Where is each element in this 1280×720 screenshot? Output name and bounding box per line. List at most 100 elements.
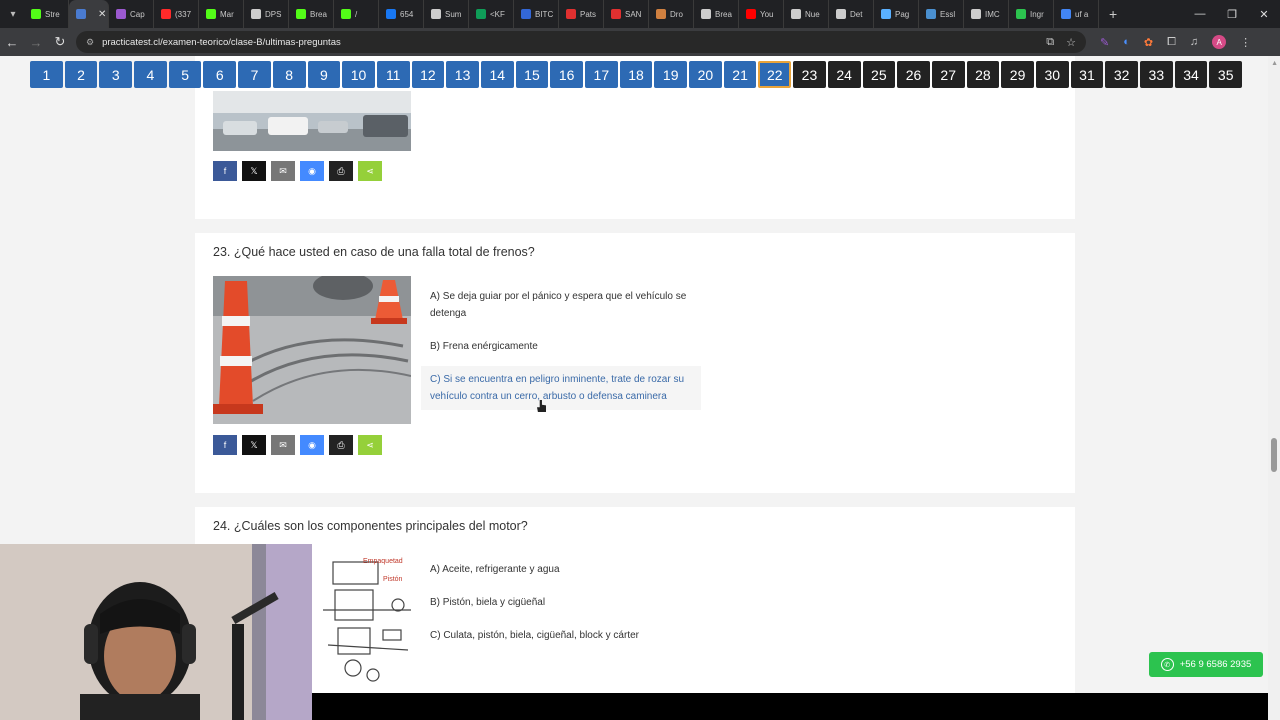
close-window-icon[interactable]: ✕ (1248, 8, 1280, 21)
share-icon[interactable]: ⋖ (358, 435, 382, 455)
answer-option-c[interactable]: C) Culata, pistón, biela, cigüeñal, bloc… (421, 622, 701, 649)
email-share-icon[interactable]: ✉ (271, 161, 295, 181)
back-icon[interactable]: ← (0, 35, 24, 50)
question-number-button[interactable]: 17 (585, 61, 618, 88)
forward-icon[interactable]: → (24, 35, 48, 50)
scrollbar[interactable]: ▲ (1268, 56, 1280, 720)
browser-tab[interactable]: Nue (784, 0, 829, 28)
question-number-button[interactable]: 12 (411, 61, 445, 88)
new-tab-button[interactable]: + (1099, 6, 1127, 22)
browser-tab[interactable]: Essl (919, 0, 964, 28)
browser-tab[interactable]: 654 (379, 0, 424, 28)
whatsapp-button[interactable]: ✆ +56 9 6586 2935 (1149, 652, 1263, 677)
question-number-button[interactable]: 5 (168, 61, 202, 88)
extension-icon[interactable]: ✿ (1144, 36, 1153, 49)
question-number-button[interactable]: 8 (272, 61, 306, 88)
reload-icon[interactable]: ↻ (48, 34, 72, 50)
scroll-thumb[interactable] (1271, 438, 1277, 472)
scroll-up-icon[interactable]: ▲ (1271, 60, 1278, 67)
question-number-button[interactable]: 13 (446, 61, 479, 88)
browser-tab[interactable]: DPS (244, 0, 289, 28)
tab-search-icon[interactable]: ▾ (2, 3, 24, 25)
browser-tab[interactable]: Stre (24, 0, 69, 28)
browser-tab[interactable]: Brea (289, 0, 334, 28)
question-number-button[interactable]: 28 (966, 61, 1000, 88)
browser-tab[interactable]: Pag (874, 0, 919, 28)
browser-tab[interactable]: You (739, 0, 784, 28)
messenger-share-icon[interactable]: ◉ (300, 435, 324, 455)
answer-option-c[interactable]: C) Si se encuentra en peligro inminente,… (421, 366, 701, 410)
answer-option-b[interactable]: B) Pistón, biela y cigüeñal (421, 589, 701, 616)
browser-tab[interactable]: Brea (694, 0, 739, 28)
print-icon[interactable]: ⎙ (329, 435, 353, 455)
browser-tab[interactable]: ✕ (69, 0, 109, 28)
menu-kebab-icon[interactable]: ⋮ (1240, 36, 1251, 49)
browser-tab[interactable]: Det (829, 0, 874, 28)
browser-tab[interactable]: Cap (109, 0, 154, 28)
email-share-icon[interactable]: ✉ (271, 435, 295, 455)
answer-option-a[interactable]: A) Se deja guiar por el pánico y espera … (421, 283, 701, 327)
question-number-button[interactable]: 15 (515, 61, 549, 88)
question-number-button[interactable]: 1 (30, 61, 63, 88)
question-number-button[interactable]: 25 (862, 61, 896, 88)
profile-avatar[interactable]: A (1212, 35, 1227, 49)
maximize-icon[interactable]: ❐ (1216, 8, 1248, 21)
browser-tab[interactable]: / (334, 0, 379, 28)
url-field[interactable]: ⚙ practicatest.cl/examen-teorico/clase-B… (76, 31, 1086, 53)
answer-option-b[interactable]: B) Frena enérgicamente (421, 333, 701, 360)
bookmark-star-icon[interactable]: ☆ (1066, 36, 1076, 49)
question-number-button[interactable]: 9 (307, 61, 341, 88)
install-icon[interactable]: ⧉ (1046, 36, 1054, 49)
question-number-button[interactable]: 19 (654, 61, 688, 88)
browser-tab[interactable]: uf a (1054, 0, 1099, 28)
facebook-share-icon[interactable]: f (213, 435, 237, 455)
minimize-icon[interactable]: — (1184, 8, 1216, 21)
question-number-button[interactable]: 2 (64, 61, 98, 88)
browser-tab[interactable]: (337 (154, 0, 199, 28)
facebook-share-icon[interactable]: f (213, 161, 237, 181)
question-number-button[interactable]: 34 (1174, 61, 1208, 88)
browser-tab[interactable]: Dro (649, 0, 694, 28)
media-control-icon[interactable]: ♫ (1190, 36, 1198, 48)
extension-icon[interactable]: ◐ (1123, 36, 1130, 48)
question-number-button[interactable]: 27 (931, 61, 965, 88)
question-number-button[interactable]: 14 (480, 61, 514, 88)
question-number-button[interactable]: 11 (376, 61, 410, 88)
question-number-button[interactable]: 16 (550, 61, 583, 88)
browser-tab[interactable]: Ingr (1009, 0, 1054, 28)
browser-tab[interactable]: Sum (424, 0, 469, 28)
x-share-icon[interactable]: 𝕏 (242, 161, 266, 181)
x-share-icon[interactable]: 𝕏 (242, 435, 266, 455)
browser-tab[interactable]: IMC (964, 0, 1009, 28)
question-number-button[interactable]: 6 (203, 61, 237, 88)
question-number-button[interactable]: 23 (793, 61, 826, 88)
browser-tab[interactable]: Pats (559, 0, 604, 28)
messenger-share-icon[interactable]: ◉ (300, 161, 324, 181)
question-number-button[interactable]: 3 (99, 61, 133, 88)
question-number-button[interactable]: 30 (1035, 61, 1069, 88)
question-number-button[interactable]: 31 (1070, 61, 1104, 88)
share-icon[interactable]: ⋖ (358, 161, 382, 181)
browser-tab[interactable]: BITC (514, 0, 559, 28)
answer-option-a[interactable]: A) Aceite, refrigerante y agua (421, 556, 701, 583)
question-number-button[interactable]: 18 (619, 61, 653, 88)
question-number-button[interactable]: 20 (689, 61, 722, 88)
question-number-button[interactable]: 33 (1140, 61, 1173, 88)
question-number-button[interactable]: 7 (238, 61, 271, 88)
browser-tab[interactable]: <KF (469, 0, 514, 28)
extensions-puzzle-icon[interactable]: ⧠ (1167, 36, 1176, 49)
question-number-button[interactable]: 26 (897, 61, 930, 88)
print-icon[interactable]: ⎙ (329, 161, 353, 181)
question-number-button[interactable]: 35 (1209, 61, 1243, 88)
question-number-button[interactable]: 21 (723, 61, 757, 88)
question-number-button[interactable]: 24 (827, 61, 861, 88)
browser-tab[interactable]: Mar (199, 0, 244, 28)
question-number-button[interactable]: 4 (134, 61, 167, 88)
site-info-icon[interactable]: ⚙ (86, 37, 94, 48)
question-number-button[interactable]: 10 (342, 61, 375, 88)
close-tab-icon[interactable]: ✕ (98, 9, 106, 20)
question-number-button[interactable]: 32 (1105, 61, 1138, 88)
browser-tab[interactable]: SAN (604, 0, 649, 28)
question-number-button[interactable]: 29 (1001, 61, 1034, 88)
question-number-button[interactable]: 22 (758, 61, 792, 88)
